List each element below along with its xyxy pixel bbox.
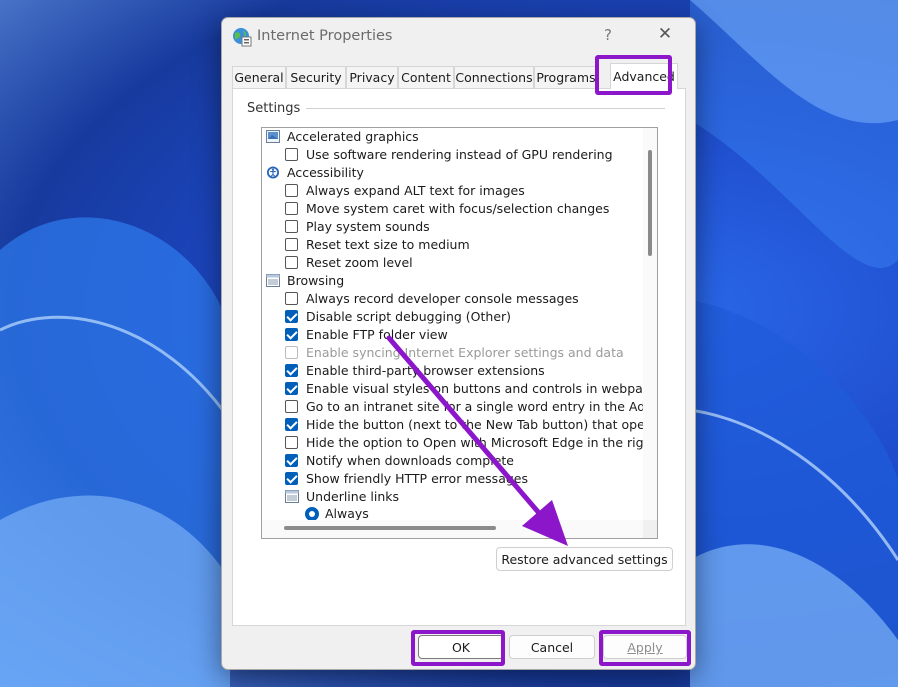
horizontal-scrollbar[interactable] <box>262 520 643 538</box>
close-button[interactable]: ✕ <box>650 24 680 48</box>
option-label: Enable syncing Internet Explorer setting… <box>306 345 624 360</box>
vertical-scrollbar[interactable] <box>643 128 657 520</box>
option-label: Enable FTP folder view <box>306 327 448 342</box>
checkbox[interactable] <box>285 256 298 269</box>
checkbox <box>285 346 298 359</box>
checkbox[interactable] <box>285 454 298 467</box>
option-label: Notify when downloads complete <box>306 453 514 468</box>
restore-advanced-settings-button[interactable]: Restore advanced settings <box>496 547 673 571</box>
title-bar: Internet Properties ? ✕ <box>222 18 695 58</box>
checkbox[interactable] <box>285 310 298 323</box>
checkbox[interactable] <box>285 328 298 341</box>
option-label: Show friendly HTTP error messages <box>306 471 528 486</box>
tab-programs[interactable]: Programs <box>534 66 598 88</box>
advanced-tab-panel: Settings Accelerated graphics Use softwa… <box>232 88 686 626</box>
window-title: Internet Properties <box>257 28 393 44</box>
tab-content[interactable]: Content <box>398 66 454 88</box>
internet-globe-icon <box>233 28 252 47</box>
display-icon <box>266 130 280 143</box>
checkbox[interactable] <box>285 148 298 161</box>
horizontal-scroll-thumb[interactable] <box>284 526 496 530</box>
tab-advanced[interactable]: Advanced <box>610 63 678 89</box>
settings-group-divider <box>247 108 665 109</box>
checkbox[interactable] <box>285 238 298 251</box>
checkbox[interactable] <box>285 292 298 305</box>
help-button[interactable]: ? <box>598 26 618 46</box>
cancel-button[interactable]: Cancel <box>509 635 595 659</box>
accessibility-icon <box>266 166 280 179</box>
option-label: Play system sounds <box>306 219 430 234</box>
checkbox[interactable] <box>285 364 298 377</box>
checkbox[interactable] <box>285 472 298 485</box>
tab-security[interactable]: Security <box>286 66 346 88</box>
settings-group-title: Settings <box>247 101 307 116</box>
option-label: Go to an intranet site for a single word… <box>306 399 658 414</box>
tab-privacy[interactable]: Privacy <box>346 66 398 88</box>
option-label: Reset text size to medium <box>306 237 470 252</box>
tab-general[interactable]: General <box>232 66 286 88</box>
option-label: Disable script debugging (Other) <box>306 309 512 324</box>
checkbox[interactable] <box>285 202 298 215</box>
checkbox[interactable] <box>285 220 298 233</box>
tab-connections[interactable]: Connections <box>454 66 534 88</box>
option-label: Hide the button (next to the New Tab but… <box>306 417 658 432</box>
option-label: Always record developer console messages <box>306 291 579 306</box>
option-label: Enable visual styles on buttons and cont… <box>306 381 658 396</box>
document-icon <box>266 274 280 287</box>
checkbox[interactable] <box>285 436 298 449</box>
radio-button[interactable] <box>305 507 319 521</box>
checkbox[interactable] <box>285 382 298 395</box>
option-label: Move system caret with focus/selection c… <box>306 201 610 216</box>
option-label: Use software rendering instead of GPU re… <box>306 147 613 162</box>
scrollbar-corner <box>643 520 657 538</box>
settings-tree[interactable]: Accelerated graphics Use software render… <box>261 127 658 539</box>
option-label: Reset zoom level <box>306 255 413 270</box>
option-label: Hide the option to Open with Microsoft E… <box>306 435 658 450</box>
option-label: Always expand ALT text for images <box>306 183 525 198</box>
vertical-scroll-thumb[interactable] <box>648 150 652 256</box>
internet-properties-dialog: Internet Properties ? ✕ General Security… <box>221 17 696 670</box>
apply-button: Apply <box>603 635 687 659</box>
ok-button[interactable]: OK <box>418 635 504 659</box>
option-label: Enable third-party browser extensions <box>306 363 545 378</box>
checkbox[interactable] <box>285 418 298 431</box>
checkbox[interactable] <box>285 400 298 413</box>
checkbox[interactable] <box>285 184 298 197</box>
document-icon <box>285 490 299 503</box>
